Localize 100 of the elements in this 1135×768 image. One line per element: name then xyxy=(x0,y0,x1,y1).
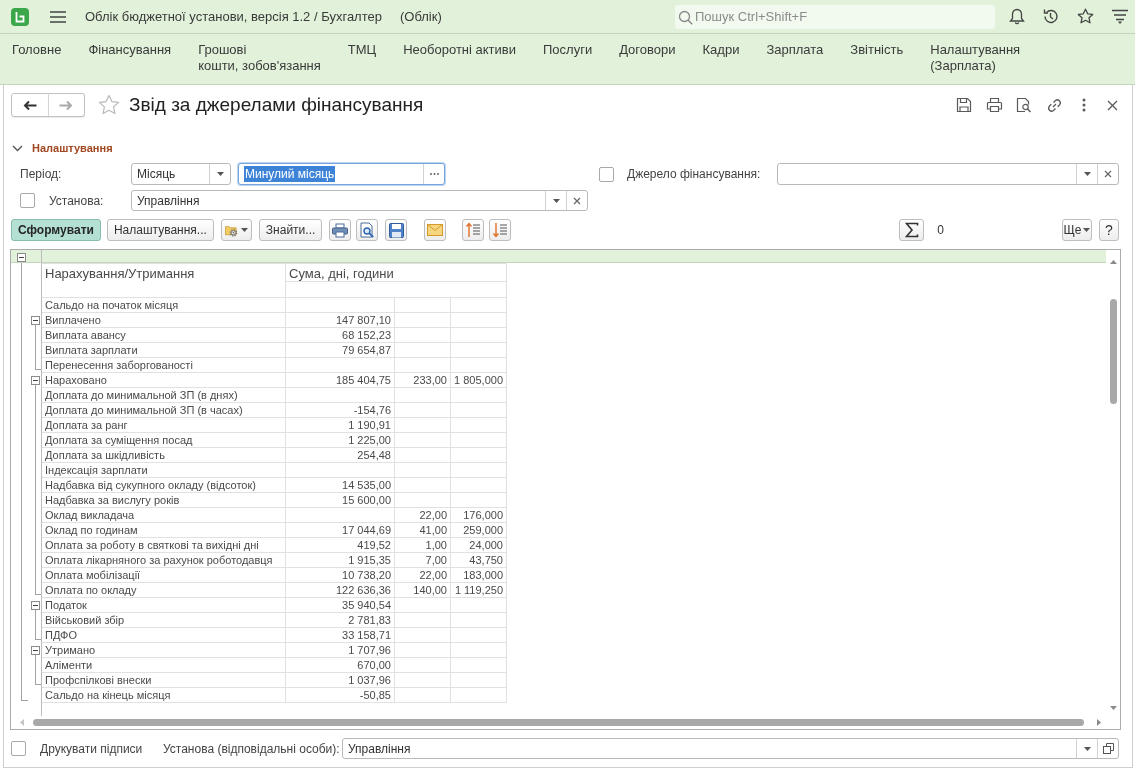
search-icon xyxy=(678,9,693,25)
table-cell: 122 636,36 xyxy=(286,583,395,598)
table-cell: Оплата мобілізації xyxy=(42,568,286,583)
options-icon[interactable] xyxy=(1112,9,1128,24)
sum-button[interactable] xyxy=(899,219,925,241)
table-cell: Індексація зарплати xyxy=(42,463,286,478)
collapse-icon[interactable] xyxy=(31,601,40,610)
table-cell: Оплата по окладу xyxy=(42,583,286,598)
table-cell xyxy=(451,598,507,613)
toolbar-button[interactable]: Налаштування... xyxy=(106,219,214,241)
save-icon[interactable] xyxy=(956,97,972,113)
table-cell: 670,00 xyxy=(286,658,395,673)
table-cell xyxy=(451,358,507,373)
table-cell xyxy=(395,493,451,508)
table-cell xyxy=(451,448,507,463)
table-cell: 147 807,10 xyxy=(286,313,395,328)
table-cell xyxy=(395,328,451,343)
table-cell xyxy=(395,313,451,328)
link-icon[interactable] xyxy=(1046,96,1063,114)
checkbox[interactable] xyxy=(20,193,35,208)
settings-menu-button[interactable] xyxy=(220,219,252,241)
scroll-up-icon[interactable] xyxy=(1109,260,1117,264)
section-tab[interactable]: Кадри xyxy=(702,42,740,58)
toolbar-button[interactable]: Знайти... xyxy=(258,219,323,241)
period-type-field[interactable]: Місяць xyxy=(131,163,231,185)
table-cell: 43,750 xyxy=(451,553,507,568)
save-button[interactable] xyxy=(385,219,408,241)
table-cell xyxy=(395,598,451,613)
period-field[interactable]: Минулий місяць xyxy=(238,163,445,185)
field-label: Установа: xyxy=(49,193,105,208)
table-cell: Надбавка за вислугу років xyxy=(42,493,286,508)
table-cell: 14 535,00 xyxy=(286,478,395,493)
print-button[interactable] xyxy=(329,219,352,241)
toolbar-button[interactable]: Сформувати xyxy=(11,219,101,241)
scrollbar-thumb[interactable] xyxy=(33,719,1084,726)
settings-group-toggle[interactable]: Налаштування xyxy=(12,141,113,155)
section-tab[interactable]: Головне xyxy=(12,42,62,58)
table-cell xyxy=(451,493,507,508)
table-cell: 1 119,250 xyxy=(451,583,507,598)
table-cell: 68 152,23 xyxy=(286,328,395,343)
table-cell: 1 037,96 xyxy=(286,673,395,688)
institution-field[interactable]: Управління xyxy=(131,190,588,211)
table-cell xyxy=(451,613,507,628)
logo-icon[interactable] xyxy=(11,7,29,26)
collapse-icon[interactable] xyxy=(31,376,40,385)
more-button[interactable]: Ще xyxy=(1062,219,1092,241)
section-tab[interactable]: Фінансування xyxy=(88,42,172,58)
collapse-icon[interactable] xyxy=(31,316,40,325)
scroll-down-icon[interactable] xyxy=(1109,706,1117,710)
table-cell: Доплата до минимальной ЗП (в днях) xyxy=(42,388,286,403)
more-icon[interactable] xyxy=(1082,98,1086,112)
table-cell: 2 781,83 xyxy=(286,613,395,628)
table-cell: Доплата за ранг xyxy=(42,418,286,433)
favorite-star-icon[interactable] xyxy=(98,94,120,116)
table-cell: Нараховано xyxy=(42,373,286,388)
table-cell xyxy=(451,658,507,673)
table-cell: 22,00 xyxy=(395,508,451,523)
table-cell xyxy=(395,463,451,478)
scroll-right-icon[interactable] xyxy=(1097,719,1101,726)
horizontal-scrollbar[interactable] xyxy=(17,716,1101,729)
table-cell xyxy=(451,628,507,643)
table-cell: Доплата до минимальной ЗП (в часах) xyxy=(42,403,286,418)
checkbox[interactable] xyxy=(599,166,614,182)
collapse-icon[interactable] xyxy=(31,646,40,655)
column-header: Сума, дні, години xyxy=(286,264,507,282)
table-cell xyxy=(395,643,451,658)
search-field[interactable]: Пошук Ctrl+Shift+F xyxy=(675,4,995,29)
section-tab[interactable]: Звітність xyxy=(850,42,904,58)
table-cell: Доплата за суміщення посад xyxy=(42,433,286,448)
menu-icon[interactable] xyxy=(50,10,66,23)
checkbox[interactable] xyxy=(11,741,26,756)
print-icon[interactable] xyxy=(986,97,1003,113)
section-tab[interactable]: Послуги xyxy=(543,42,593,58)
table-cell xyxy=(451,298,507,313)
table-cell: Перенесення заборгованості xyxy=(42,358,286,373)
section-tab[interactable]: Необоротні активи xyxy=(403,42,516,58)
table-cell: 419,52 xyxy=(286,538,395,553)
section-tab[interactable]: Грошові кошти, зобов'язання xyxy=(198,42,321,74)
section-tab[interactable]: Налаштування (Зарплата) xyxy=(930,42,1021,74)
checkbox-label: Друкувати підписи xyxy=(40,741,144,756)
section-tab[interactable]: ТМЦ xyxy=(347,42,377,58)
table-cell xyxy=(451,403,507,418)
scrollbar-thumb[interactable] xyxy=(1109,299,1117,404)
preview-button[interactable] xyxy=(356,219,379,241)
responsible-field[interactable]: Управління xyxy=(342,738,1119,759)
funding-source-field[interactable] xyxy=(777,163,1119,185)
close-icon[interactable] xyxy=(1107,99,1118,111)
back-button[interactable] xyxy=(11,93,49,117)
arrow-left-icon xyxy=(22,99,37,111)
bell-icon[interactable] xyxy=(1009,8,1025,25)
preview-icon[interactable] xyxy=(1016,97,1032,113)
section-tab[interactable]: Договори xyxy=(619,42,676,58)
help-button[interactable]: ? xyxy=(1099,219,1119,241)
table-cell: -154,76 xyxy=(286,403,395,418)
star-icon[interactable] xyxy=(1077,8,1094,25)
mode-label: (Облік) xyxy=(399,9,442,24)
history-icon[interactable] xyxy=(1042,8,1059,25)
section-tab[interactable]: Зарплата xyxy=(766,42,824,58)
table-cell xyxy=(395,418,451,433)
collapse-icon[interactable] xyxy=(17,253,26,262)
